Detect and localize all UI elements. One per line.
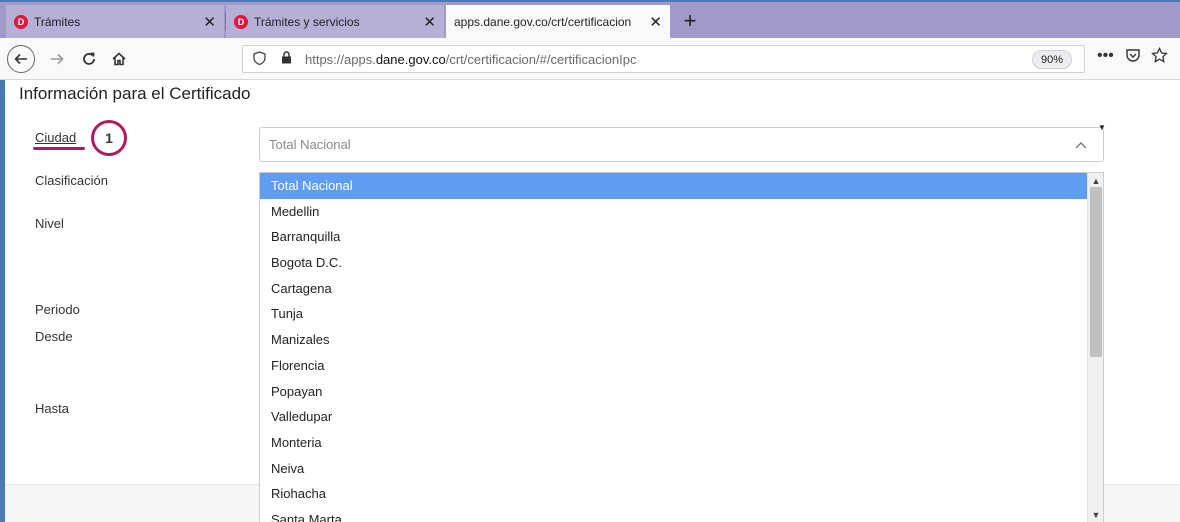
tab-certificacion[interactable]: apps.dane.gov.co/crt/certificacion ✕ [446, 5, 670, 38]
scroll-down-arrow-icon[interactable]: ▼ [1088, 507, 1103, 522]
reload-icon [83, 52, 95, 65]
close-tab-icon[interactable]: ✕ [423, 13, 436, 31]
back-arrow-icon [14, 53, 27, 65]
city-option[interactable]: Santa Marta [260, 507, 1088, 522]
zoom-level-badge[interactable]: 90% [1031, 50, 1072, 69]
city-option[interactable]: Manizales [260, 327, 1088, 353]
close-tab-icon[interactable]: ✕ [649, 13, 662, 31]
footer-band [5, 484, 259, 522]
city-option[interactable]: Cartagena [260, 276, 1088, 302]
city-option[interactable]: Popayan [260, 379, 1088, 405]
city-option[interactable]: Neiva [260, 456, 1088, 482]
city-select[interactable]: Total Nacional [259, 127, 1104, 162]
page-actions-menu-icon[interactable]: ••• [1097, 47, 1114, 65]
classification-label: Clasificación [35, 173, 108, 188]
dropdown-indicator-icon: ▼ [1098, 123, 1106, 132]
home-button[interactable] [106, 46, 132, 72]
from-label: Desde [35, 329, 73, 344]
step-number-badge: 1 [91, 120, 127, 156]
to-label: Hasta [35, 401, 69, 416]
annotation-underline [33, 147, 85, 150]
close-tab-icon[interactable]: ✕ [203, 13, 216, 31]
city-option[interactable]: Tunja [260, 301, 1088, 327]
reload-button[interactable] [76, 46, 102, 72]
tab-title: Trámites y servicios [254, 14, 360, 29]
address-bar[interactable]: https://apps.dane.gov.co/crt/certificaci… [242, 45, 1085, 73]
navigation-toolbar: https://apps.dane.gov.co/crt/certificaci… [0, 38, 1180, 80]
page-content: Información para el Certificado Ciudad 1… [0, 80, 1180, 522]
city-option[interactable]: Medellin [260, 199, 1088, 225]
page-title: Información para el Certificado [19, 84, 251, 103]
city-options-list[interactable]: Total Nacional Medellin Barranquilla Bogota… [259, 172, 1104, 522]
bookmark-star-icon[interactable] [1151, 46, 1168, 69]
url-text[interactable]: https://apps.dane.gov.co/crt/certificaci… [305, 52, 636, 67]
city-option[interactable]: Bogota D.C. [260, 250, 1088, 276]
city-option[interactable]: Total Nacional [260, 173, 1088, 199]
back-button[interactable] [7, 45, 35, 73]
url-domain: dane.gov.co [375, 51, 446, 67]
tab-tramites[interactable]: D Trámites ✕ [6, 5, 224, 38]
tracking-shield-icon[interactable] [253, 50, 275, 68]
tab-title: Trámites [34, 14, 81, 29]
chevron-up-icon[interactable] [1075, 136, 1087, 152]
lock-icon[interactable] [281, 51, 297, 67]
city-select-value: Total Nacional [269, 137, 351, 152]
options-scrollbar[interactable]: ▲ ▼ [1087, 173, 1103, 522]
scrollbar-thumb[interactable] [1090, 187, 1102, 357]
city-option[interactable]: Barranquilla [260, 224, 1088, 250]
tab-tramites-servicios[interactable]: D Trámites y servicios ✕ [226, 5, 444, 38]
city-label: Ciudad [35, 130, 77, 145]
forward-arrow-icon [51, 53, 64, 65]
dane-favicon-icon: D [234, 14, 248, 29]
tab-strip: D Trámites ✕ D Trámites y servicios ✕ ap… [0, 0, 1180, 38]
home-icon [112, 52, 126, 66]
forward-button[interactable] [44, 46, 70, 72]
new-tab-button[interactable]: + [676, 7, 704, 35]
dane-favicon-icon: D [14, 14, 28, 29]
tab-title: apps.dane.gov.co/crt/certificacion [454, 14, 632, 29]
period-label: Periodo [35, 302, 80, 317]
pocket-icon[interactable] [1125, 47, 1141, 68]
footer-band [1104, 484, 1180, 522]
city-option[interactable]: Valledupar [260, 404, 1088, 430]
city-option[interactable]: Monteria [260, 430, 1088, 456]
city-option[interactable]: Florencia [260, 353, 1088, 379]
city-option[interactable]: Riohacha [260, 481, 1088, 507]
level-label: Nivel [35, 216, 64, 231]
